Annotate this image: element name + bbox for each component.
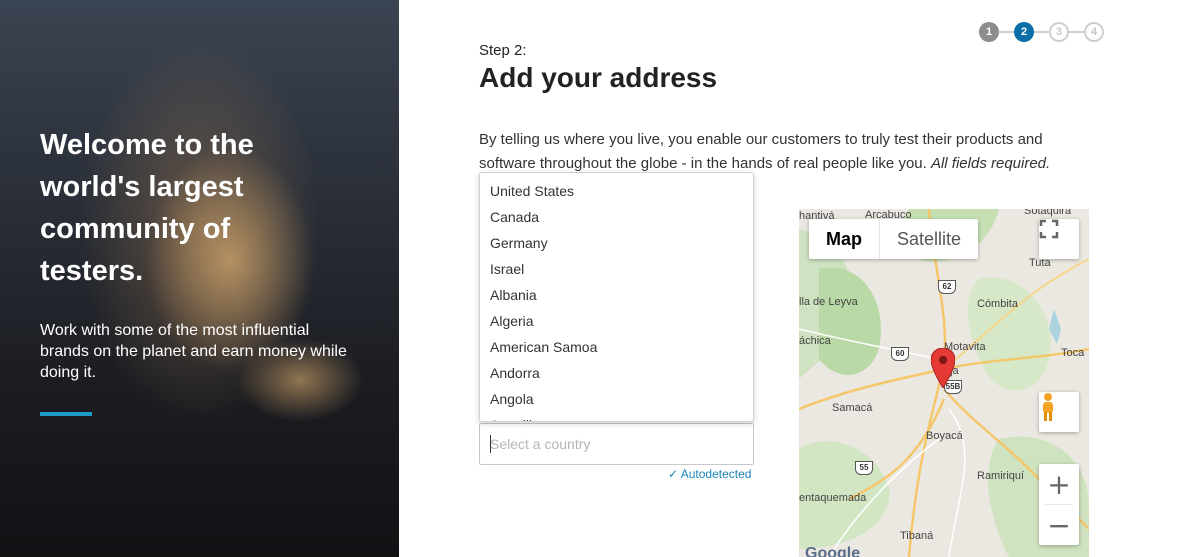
route-shield: 62 bbox=[938, 280, 956, 294]
step-1: 1 bbox=[979, 22, 999, 42]
map-place-label: Samacá bbox=[832, 402, 873, 414]
step-connector bbox=[1034, 31, 1049, 33]
country-option[interactable]: Canada bbox=[480, 204, 753, 230]
country-option[interactable]: Algeria bbox=[480, 308, 753, 334]
step-3: 3 bbox=[1049, 22, 1069, 42]
text-caret bbox=[490, 435, 491, 453]
fullscreen-button[interactable] bbox=[1039, 219, 1079, 259]
google-logo: Google bbox=[805, 545, 861, 557]
country-option[interactable]: Andorra bbox=[480, 360, 753, 386]
map-place-label: áchica bbox=[799, 335, 831, 347]
map-place-label: Sotaquirá bbox=[1024, 209, 1072, 217]
map-place-label: entaquemada bbox=[799, 492, 867, 504]
zoom-control[interactable]: + − bbox=[1039, 464, 1079, 545]
progress-stepper: 1 2 3 4 bbox=[979, 22, 1104, 42]
checkmark-icon: ✓ bbox=[668, 467, 679, 481]
map-type-toggle[interactable]: Map Satellite bbox=[809, 219, 979, 259]
autodetected-label: Autodetected bbox=[680, 467, 752, 481]
location-pin-icon[interactable] bbox=[931, 348, 955, 388]
satellite-mode-button[interactable]: Satellite bbox=[880, 219, 978, 259]
step-connector bbox=[1069, 31, 1084, 33]
hero-accent-bar bbox=[40, 412, 92, 416]
step-2: 2 bbox=[1014, 22, 1034, 42]
address-map[interactable]: Sotaquirá Arcabuco hantivá Tuta Cómbita … bbox=[799, 209, 1089, 557]
hero-panel: Welcome to the world's largest community… bbox=[0, 0, 399, 557]
country-option[interactable]: Israel bbox=[480, 256, 753, 282]
zoom-out-button[interactable]: − bbox=[1039, 505, 1079, 545]
autodetected-note: ✓ Autodetected bbox=[668, 467, 751, 481]
fullscreen-icon bbox=[1039, 219, 1059, 239]
country-dropdown[interactable]: United States Canada Germany Israel Alba… bbox=[479, 172, 754, 422]
map-place-label: Toca bbox=[1061, 347, 1085, 359]
country-option[interactable]: Germany bbox=[480, 230, 753, 256]
intro-text: By telling us where you live, you enable… bbox=[479, 128, 1099, 176]
country-option[interactable]: Angola bbox=[480, 386, 753, 412]
street-view-button[interactable] bbox=[1039, 392, 1079, 432]
route-shield: 60 bbox=[891, 347, 909, 361]
page-title: Add your address bbox=[479, 62, 718, 93]
step-label: Step 2: bbox=[479, 42, 527, 59]
route-shield: 55 bbox=[855, 461, 873, 475]
country-option[interactable]: American Samoa bbox=[480, 334, 753, 360]
hero-subtitle: Work with some of the most influential b… bbox=[40, 322, 347, 381]
hero-title: Welcome to the world's largest community… bbox=[40, 129, 254, 287]
map-place-label: lla de Leyva bbox=[799, 296, 858, 308]
country-input[interactable] bbox=[479, 423, 754, 465]
country-option[interactable]: Anguilla bbox=[480, 412, 753, 421]
map-mode-button[interactable]: Map bbox=[809, 219, 880, 259]
country-option[interactable]: Albania bbox=[480, 282, 753, 308]
pegman-icon bbox=[1043, 393, 1053, 421]
required-note: All fields required. bbox=[930, 155, 1051, 172]
map-place-label: Boyacá bbox=[926, 430, 963, 442]
map-place-label: Cómbita bbox=[977, 298, 1018, 310]
step-4: 4 bbox=[1084, 22, 1104, 42]
zoom-in-button[interactable]: + bbox=[1039, 464, 1079, 504]
map-place-label: Tibaná bbox=[900, 530, 934, 542]
map-place-label: Ramiriquí bbox=[977, 470, 1025, 482]
step-connector bbox=[999, 31, 1014, 33]
country-option[interactable]: United States bbox=[480, 178, 753, 204]
